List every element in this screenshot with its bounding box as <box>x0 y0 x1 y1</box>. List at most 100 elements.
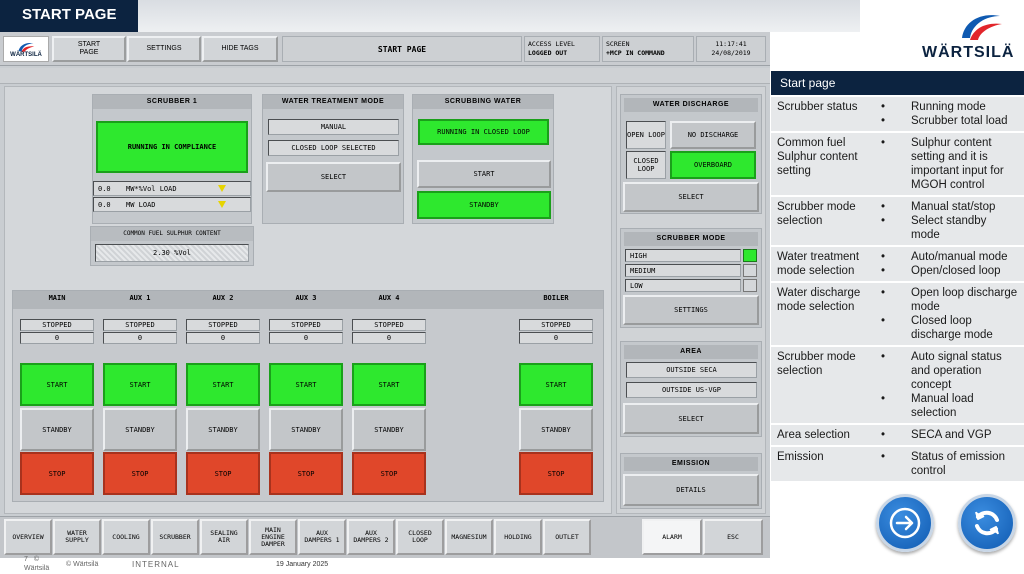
next-button[interactable] <box>876 494 934 552</box>
bottom-tab[interactable]: MAIN ENGINE DAMPER <box>249 519 297 555</box>
esc-button[interactable]: ESC <box>703 519 763 555</box>
screen-title: START PAGE <box>282 36 522 62</box>
side-table-bullets: Auto signal status and operation concept… <box>875 346 1024 425</box>
scrubber-mode-title: SCRUBBER MODE <box>624 232 758 246</box>
bottom-tab[interactable]: CLOSED LOOP <box>396 519 444 555</box>
footer-internal: INTERNAL <box>132 560 180 569</box>
mode-low[interactable]: LOW <box>625 279 741 292</box>
engine-stop-button[interactable]: STOP <box>269 452 343 495</box>
engine-standby-button[interactable]: STANDBY <box>103 408 177 451</box>
engine-start-button[interactable]: START <box>352 363 426 406</box>
engine-start-button[interactable]: START <box>519 363 593 406</box>
bottom-tab[interactable]: MAGNESIUM <box>445 519 493 555</box>
no-discharge-button[interactable]: NO DISCHARGE <box>670 121 756 149</box>
bullet-list: Running modeScrubber total load <box>881 100 1018 128</box>
engine-standby-button[interactable]: STANDBY <box>186 408 260 451</box>
scrubber-mode-panel: SCRUBBER MODE HIGH MEDIUM LOW SETTINGS <box>620 228 762 328</box>
area-item-seca: OUTSIDE SECA <box>626 362 757 378</box>
hmi-header: WÄRTSILÄ START PAGE SETTINGS HIDE TAGS S… <box>0 32 770 66</box>
side-table-label: Scrubber mode selection <box>771 346 875 425</box>
engine-name: BOILER <box>543 294 569 302</box>
bottom-tab[interactable]: AUX DAMPERS 2 <box>347 519 395 555</box>
bottom-tab[interactable]: SEALING AIR <box>200 519 248 555</box>
engine-value: 0 <box>20 332 94 344</box>
engine-value: 0 <box>519 332 593 344</box>
clock: 11:17:41 24/08/2019 <box>696 36 766 62</box>
load-row-1-value: 0.0 <box>98 184 111 193</box>
engine-stop-button[interactable]: STOP <box>20 452 94 495</box>
engine-standby-button[interactable]: STANDBY <box>519 408 593 451</box>
engine-value: 0 <box>352 332 426 344</box>
engine-name: MAIN <box>48 294 66 302</box>
overboard-button[interactable]: OVERBOARD <box>670 151 756 179</box>
mode-medium-indicator <box>743 264 757 277</box>
bottom-tab[interactable]: WATER SUPPLY <box>53 519 101 555</box>
engine-value: 0 <box>186 332 260 344</box>
bullet-item: Closed loop discharge mode <box>881 314 1018 342</box>
fuel-sulphur-panel: COMMON FUEL SULPHUR CONTENT 2.30 %Vol <box>90 226 254 266</box>
start-page-button[interactable]: START PAGE <box>52 36 126 62</box>
load-row-2-label: MW LOAD <box>126 200 156 209</box>
header-divider <box>0 68 770 84</box>
open-loop-label: OPEN LOOP <box>626 121 666 149</box>
arrow-right-icon <box>889 507 921 539</box>
bullet-item: Status of emission control <box>881 450 1018 478</box>
fuel-sulphur-value[interactable]: 2.30 %Vol <box>95 244 249 262</box>
bottom-tab[interactable]: SCRUBBER <box>151 519 199 555</box>
fuel-sulphur-title: COMMON FUEL SULPHUR CONTENT <box>91 227 253 241</box>
bottom-tab[interactable]: OVERVIEW <box>4 519 52 555</box>
area-select-button[interactable]: SELECT <box>623 403 759 434</box>
bottom-tab[interactable]: AUX DAMPERS 1 <box>298 519 346 555</box>
mode-high[interactable]: HIGH <box>625 249 741 262</box>
engine-standby-button[interactable]: STANDBY <box>352 408 426 451</box>
bottom-tab[interactable]: COOLING <box>102 519 150 555</box>
bullet-list: Status of emission control <box>881 450 1018 478</box>
engine-stop-button[interactable]: STOP <box>352 452 426 495</box>
mode-medium[interactable]: MEDIUM <box>625 264 741 277</box>
engine-stop-button[interactable]: STOP <box>103 452 177 495</box>
water-discharge-select-button[interactable]: SELECT <box>623 182 759 212</box>
alarm-button[interactable]: ALARM <box>642 519 702 555</box>
mode-high-indicator <box>743 249 757 262</box>
engine-standby-button[interactable]: STANDBY <box>269 408 343 451</box>
bottom-tab[interactable]: OUTLET <box>543 519 591 555</box>
engine-start-button[interactable]: START <box>103 363 177 406</box>
scrubbing-water-panel: SCRUBBING WATER RUNNING IN CLOSED LOOP S… <box>412 94 554 224</box>
engine-start-button[interactable]: START <box>20 363 94 406</box>
refresh-button[interactable] <box>958 494 1016 552</box>
engine-status: STOPPED <box>519 319 593 331</box>
bullet-list: Auto signal status and operation concept… <box>881 350 1018 420</box>
access-level-label: ACCESS LEVEL <box>528 40 575 48</box>
hide-tags-button[interactable]: HIDE TAGS <box>202 36 278 62</box>
engine-value: 0 <box>269 332 343 344</box>
warning-triangle-icon <box>218 201 226 208</box>
bottom-tab[interactable]: HOLDING <box>494 519 542 555</box>
bullet-item: Sulphur content setting and it is import… <box>881 136 1018 192</box>
screen-value: +MCP IN COMMAND <box>606 49 665 57</box>
engine-start-button[interactable]: START <box>186 363 260 406</box>
scrubbing-water-status: RUNNING IN CLOSED LOOP <box>418 119 549 145</box>
scrubber-mode-settings-button[interactable]: SETTINGS <box>623 295 759 325</box>
engine-standby-button[interactable]: STANDBY <box>20 408 94 451</box>
wartsila-small-swoosh-icon <box>18 42 35 52</box>
water-discharge-title: WATER DISCHARGE <box>624 98 758 112</box>
engine-status: STOPPED <box>20 319 94 331</box>
scrubbing-water-standby-button[interactable]: STANDBY <box>417 191 551 219</box>
engine-name: AUX 1 <box>129 294 151 302</box>
water-treatment-select-button[interactable]: SELECT <box>266 162 401 192</box>
settings-button[interactable]: SETTINGS <box>127 36 201 62</box>
side-table-label: Common fuel Sulphur content setting <box>771 132 875 197</box>
engine-start-button[interactable]: START <box>269 363 343 406</box>
bullet-list: Open loop discharge modeClosed loop disc… <box>881 286 1018 342</box>
engine-stop-button[interactable]: STOP <box>186 452 260 495</box>
scrubbing-water-title: SCRUBBING WATER <box>413 95 553 109</box>
side-table-label: Scrubber status <box>771 96 875 133</box>
emission-details-button[interactable]: DETAILS <box>623 474 759 506</box>
bullet-list: Manual stat/stopSelect standby mode <box>881 200 1018 242</box>
scrubbing-water-start-button[interactable]: START <box>417 160 551 188</box>
side-table-label: Area selection <box>771 424 875 447</box>
engine-stop-button[interactable]: STOP <box>519 452 593 495</box>
side-table-row: EmissionStatus of emission control <box>771 446 1024 483</box>
clock-date: 24/08/2019 <box>711 49 751 57</box>
engine-value: 0 <box>103 332 177 344</box>
